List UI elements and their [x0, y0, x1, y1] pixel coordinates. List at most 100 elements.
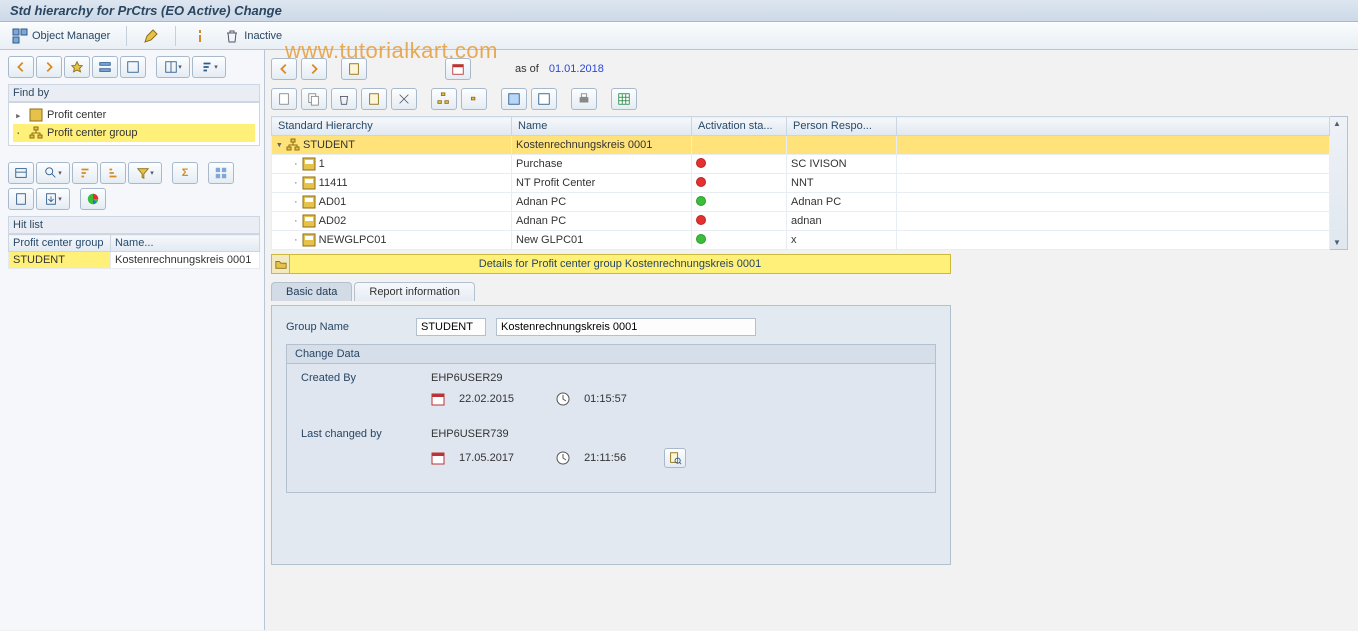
doc2-icon: [367, 92, 381, 106]
grid-cell-person: SC IVISON: [787, 155, 897, 174]
r-cut-button[interactable]: [391, 88, 417, 110]
created-date-value: 22.02.2015: [459, 393, 514, 405]
folder-icon[interactable]: [272, 255, 290, 273]
hit-sort-desc-button[interactable]: [100, 162, 126, 184]
info-button[interactable]: [186, 26, 214, 46]
grid-cell-status: [692, 212, 787, 231]
r-spreadsheet-button[interactable]: [611, 88, 637, 110]
tree-item-profit-center[interactable]: ▸ Profit center: [13, 106, 255, 124]
hit-detail-button[interactable]: [8, 162, 34, 184]
hit-col-group[interactable]: Profit center group: [9, 235, 111, 252]
grid-cell-status: [692, 193, 787, 212]
scroll-down-icon[interactable]: ▼: [1333, 238, 1341, 247]
r-doc-button[interactable]: [361, 88, 387, 110]
hit-cell-group: STUDENT: [9, 252, 111, 269]
hit-sort-asc-button[interactable]: [72, 162, 98, 184]
tree-item-label: Profit center: [47, 109, 106, 121]
inactive-label: Inactive: [244, 30, 282, 42]
hit-col-name[interactable]: Name...: [110, 235, 259, 252]
r-collapse-button[interactable]: [461, 88, 487, 110]
hit-export-button[interactable]: [8, 188, 34, 210]
r-deselect-button[interactable]: [531, 88, 557, 110]
grid-cell-person: NNT: [787, 174, 897, 193]
hit-filter-button[interactable]: ▾: [128, 162, 162, 184]
r-keydate-button[interactable]: [445, 58, 471, 80]
grid-cell-status: [692, 155, 787, 174]
hierarchy-grid: Standard Hierarchy Name Activation sta..…: [271, 116, 1330, 250]
arrow-left-icon: [14, 60, 28, 74]
hierarchy-icon: [29, 126, 43, 140]
grid-row[interactable]: ·1PurchaseSC IVISON: [272, 155, 1330, 174]
nav-collapse-button[interactable]: [92, 56, 118, 78]
tab-report-info[interactable]: Report information: [354, 282, 475, 301]
edit-button[interactable]: [137, 26, 165, 46]
r-delete-button[interactable]: [331, 88, 357, 110]
left-panel: ▾ ▾ Find by ▸ Profit center · Profit cen…: [0, 50, 265, 630]
status-green-icon: [696, 196, 706, 206]
grid-row[interactable]: ·AD02Adnan PCadnan: [272, 212, 1330, 231]
grid-cell-name: Purchase: [512, 155, 692, 174]
r-expand-button[interactable]: [431, 88, 457, 110]
right-toolbar-1: as of 01.01.2018: [271, 56, 1348, 82]
status-green-icon: [696, 234, 706, 244]
expand-icon: [126, 60, 140, 74]
grid-col-activation[interactable]: Activation sta...: [692, 117, 787, 136]
r-selectall-button[interactable]: [501, 88, 527, 110]
nav-back-button[interactable]: [8, 56, 34, 78]
find-by-tree: ▸ Profit center · Profit center group: [8, 102, 260, 146]
nav-forward-button[interactable]: [36, 56, 62, 78]
group-name-desc-field[interactable]: [496, 318, 756, 336]
hit-sum-button[interactable]: Σ: [172, 162, 198, 184]
group-name-label: Group Name: [286, 321, 406, 333]
r-detail-button[interactable]: [341, 58, 367, 80]
hit-list-table: Profit center group Name... STUDENT Kost…: [8, 234, 260, 269]
pie-icon: [86, 192, 100, 206]
spreadsheet-icon: [617, 92, 631, 106]
tree-expand-icon[interactable]: ▸: [15, 109, 25, 122]
grid-col-name[interactable]: Name: [512, 117, 692, 136]
grid-cell-code: STUDENT: [303, 139, 355, 151]
scroll-up-icon[interactable]: ▲: [1333, 119, 1341, 128]
layout-icon: [164, 60, 178, 74]
find-by-header: Find by: [8, 84, 260, 102]
grid-row[interactable]: ·NEWGLPC01New GLPC01x: [272, 231, 1330, 250]
change-data-header: Change Data: [287, 345, 935, 364]
grid-scrollbar[interactable]: ▲ ▼: [1330, 116, 1348, 250]
hit-export-menu-button[interactable]: ▾: [36, 188, 70, 210]
grid-cell-name: Adnan PC: [512, 212, 692, 231]
details-bar-text: Details for Profit center group Kostenre…: [290, 258, 950, 270]
object-manager-button[interactable]: Object Manager: [6, 26, 116, 46]
group-name-code-field[interactable]: [416, 318, 486, 336]
grid-col-blank: [897, 117, 1330, 136]
nav-expand-button[interactable]: [120, 56, 146, 78]
r-print-button[interactable]: [571, 88, 597, 110]
grid-row[interactable]: ▾STUDENTKostenrechnungskreis 0001: [272, 136, 1330, 155]
hit-find-button[interactable]: ▾: [36, 162, 70, 184]
grid-row[interactable]: ·11411NT Profit CenterNNT: [272, 174, 1330, 193]
inactive-button[interactable]: Inactive: [218, 26, 288, 46]
hit-layout1-button[interactable]: [208, 162, 234, 184]
grid-cell-status: [692, 136, 787, 155]
grid-col-person[interactable]: Person Respo...: [787, 117, 897, 136]
hit-chart-button[interactable]: [80, 188, 106, 210]
nav-sort-button[interactable]: ▾: [192, 56, 226, 78]
change-log-button[interactable]: [664, 448, 686, 468]
nav-snapshot-button[interactable]: [64, 56, 90, 78]
grid-cell-status: [692, 231, 787, 250]
grid-col-hierarchy[interactable]: Standard Hierarchy: [272, 117, 512, 136]
pencil-icon: [143, 28, 159, 44]
r-copy-button[interactable]: [301, 88, 327, 110]
nav-layout-button[interactable]: ▾: [156, 56, 190, 78]
tab-basic-data[interactable]: Basic data: [271, 282, 352, 301]
r-forward-button[interactable]: [301, 58, 327, 80]
hit-row[interactable]: STUDENT Kostenrechnungskreis 0001: [9, 252, 260, 269]
hit-list-header: Hit list: [8, 216, 260, 234]
r-create-button[interactable]: [271, 88, 297, 110]
profit-center-icon: [29, 108, 43, 122]
status-red-icon: [696, 158, 706, 168]
tree-item-profit-center-group[interactable]: · Profit center group: [13, 124, 255, 142]
grid-row[interactable]: ·AD01Adnan PCAdnan PC: [272, 193, 1330, 212]
right-toolbar-2: [271, 86, 1348, 112]
sigma-icon: Σ: [182, 167, 189, 179]
r-back-button[interactable]: [271, 58, 297, 80]
